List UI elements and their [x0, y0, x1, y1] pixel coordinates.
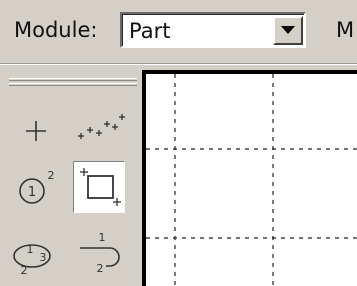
sketch-toolbox: 1 2 1 3 2 1 2 — [0, 66, 140, 286]
chevron-down-icon — [281, 26, 295, 34]
create-point-icon — [26, 121, 46, 141]
ellipse-icon: 1 3 2 — [13, 243, 51, 277]
module-combo-box[interactable]: Part — [120, 12, 306, 48]
svg-text:1: 1 — [28, 185, 36, 200]
rectangle-button[interactable] — [73, 161, 125, 213]
context-bar: Module: Part M — [0, 0, 357, 66]
module-dropdown-button[interactable] — [273, 16, 303, 45]
module-label: Module: — [14, 18, 98, 42]
circle-button[interactable]: 1 2 — [12, 161, 68, 215]
svg-text:2: 2 — [21, 264, 28, 277]
separator-highlight — [0, 64, 357, 65]
fillet-arc-icon: 1 2 — [80, 231, 120, 275]
rectangle-icon — [80, 168, 121, 206]
svg-text:2: 2 — [97, 262, 104, 275]
svg-text:3: 3 — [40, 251, 47, 264]
create-points-icon — [78, 114, 125, 139]
svg-text:1: 1 — [27, 243, 34, 256]
ellipse-button[interactable]: 1 3 2 — [10, 228, 66, 282]
circle-center-perimeter-icon: 1 2 — [19, 169, 55, 204]
module-combo-inner: Part — [122, 14, 304, 46]
model-label-truncated: M — [336, 18, 355, 42]
sketch-grid — [146, 74, 357, 286]
toolbox-grip[interactable] — [9, 78, 137, 81]
create-points-button[interactable] — [72, 104, 128, 158]
svg-text:1: 1 — [99, 231, 106, 244]
svg-text:2: 2 — [48, 169, 55, 182]
cae-window: Module: Part M 1 2 1 3 2 1 2 — [0, 0, 357, 286]
toolbox-grip[interactable] — [9, 83, 137, 86]
create-point-button[interactable] — [12, 104, 68, 158]
module-value: Part — [129, 19, 171, 43]
fillet-arc-button[interactable]: 1 2 — [72, 228, 128, 282]
sketch-viewport[interactable] — [146, 74, 357, 286]
